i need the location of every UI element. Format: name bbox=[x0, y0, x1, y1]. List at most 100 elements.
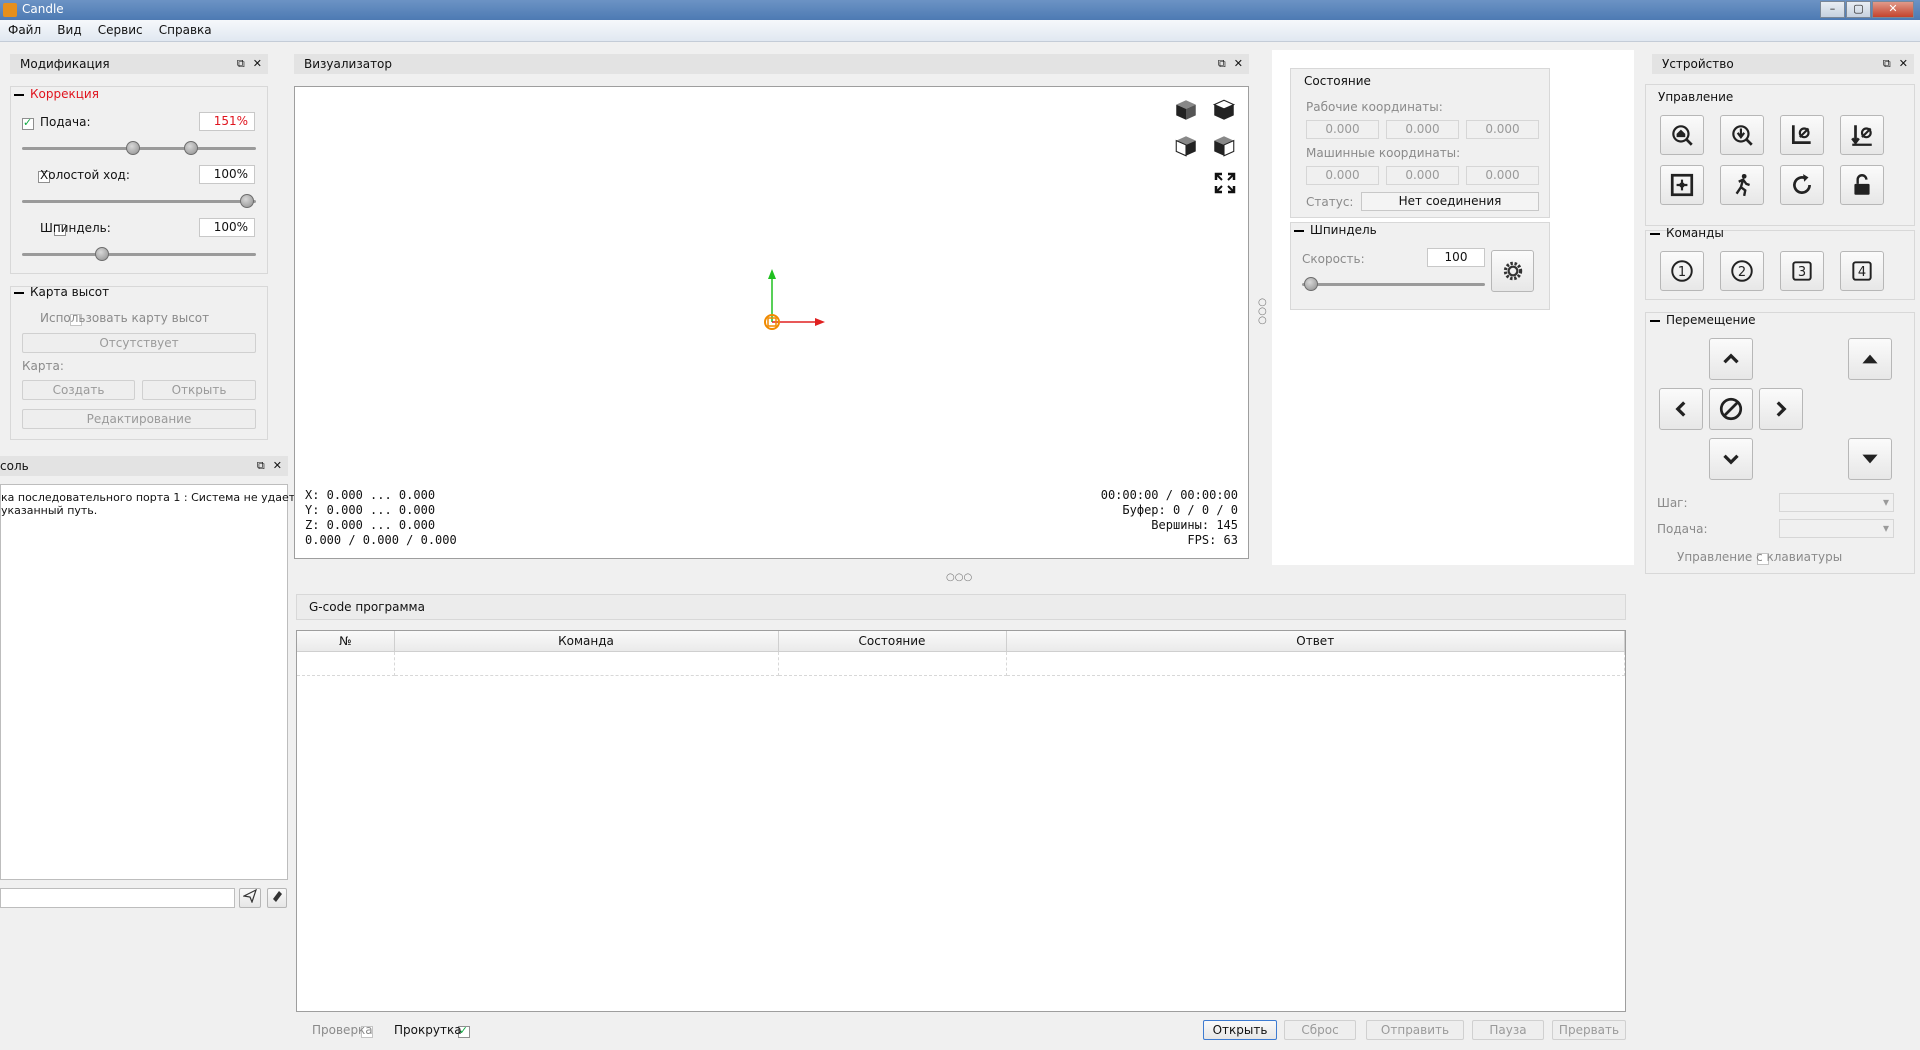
close-icon[interactable]: ✕ bbox=[253, 57, 262, 70]
modification-title-text: Модификация bbox=[20, 57, 110, 71]
clear-console-button[interactable] bbox=[267, 888, 287, 908]
edit-map-button[interactable]: Редактирование bbox=[22, 409, 256, 429]
gcode-panel-header: G-code программа bbox=[296, 594, 1626, 620]
safe-position-button[interactable] bbox=[1720, 165, 1764, 205]
spindle-toggle-button[interactable] bbox=[1491, 250, 1534, 292]
machine-y-field[interactable]: 0.000 bbox=[1386, 166, 1459, 185]
stop-circle-icon bbox=[1719, 397, 1743, 421]
machine-z-field[interactable]: 0.000 bbox=[1466, 166, 1539, 185]
menu-view[interactable]: Вид bbox=[49, 20, 85, 37]
view-front-icon[interactable] bbox=[1173, 133, 1201, 161]
table-cell[interactable] bbox=[394, 651, 779, 676]
feed-label: Подача: bbox=[40, 115, 91, 129]
jog-z-minus-button[interactable] bbox=[1848, 438, 1892, 480]
open-file-button[interactable]: Открыть bbox=[1203, 1020, 1277, 1040]
home-button[interactable] bbox=[1660, 115, 1704, 155]
visualizer-z-range: Z: 0.000 ... 0.000 bbox=[305, 518, 436, 532]
visualizer-canvas[interactable]: X: 0.000 ... 0.000 Y: 0.000 ... 0.000 Z:… bbox=[294, 86, 1249, 559]
user-command-1-button[interactable]: 1 bbox=[1660, 251, 1704, 291]
jog-x-plus-button[interactable] bbox=[1759, 388, 1803, 430]
work-y-field[interactable]: 0.000 bbox=[1386, 120, 1459, 139]
visualizer-position: 0.000 / 0.000 / 0.000 bbox=[305, 533, 457, 547]
pause-button[interactable]: Пауза bbox=[1472, 1020, 1544, 1040]
user-command-3-button[interactable]: 3 bbox=[1780, 251, 1824, 291]
close-icon[interactable]: ✕ bbox=[1899, 57, 1908, 70]
float-icon[interactable]: ⧉ bbox=[1883, 57, 1891, 70]
table-cell[interactable] bbox=[778, 651, 1007, 676]
work-z-field[interactable]: 0.000 bbox=[1466, 120, 1539, 139]
minimize-button[interactable]: – bbox=[1820, 1, 1845, 18]
horizontal-splitter-handle[interactable]: ○○○ bbox=[946, 572, 972, 583]
status-label: Статус: bbox=[1306, 195, 1354, 209]
spindle-speed-slider-handle[interactable] bbox=[1304, 277, 1318, 291]
console-command-input[interactable] bbox=[0, 888, 235, 908]
console-line: ка последовательного порта 1 : Система н… bbox=[1, 491, 308, 504]
send-command-button[interactable] bbox=[239, 888, 261, 908]
column-header-response[interactable]: Ответ bbox=[1006, 631, 1625, 652]
reset-device-button[interactable] bbox=[1780, 165, 1824, 205]
zero-z-button[interactable] bbox=[1840, 115, 1884, 155]
fit-view-icon[interactable] bbox=[1213, 171, 1239, 197]
open-map-button[interactable]: Открыть bbox=[142, 380, 256, 400]
view-left-icon[interactable] bbox=[1211, 133, 1239, 161]
float-icon[interactable]: ⧉ bbox=[257, 459, 265, 472]
jog-x-minus-button[interactable] bbox=[1659, 388, 1703, 430]
feed-checkbox[interactable] bbox=[22, 116, 34, 130]
jog-step-select[interactable]: ▾ bbox=[1779, 493, 1894, 512]
machine-x-field[interactable]: 0.000 bbox=[1306, 166, 1379, 185]
close-button[interactable]: ✕ bbox=[1872, 1, 1914, 18]
spindle-speed-label: Скорость: bbox=[1302, 252, 1365, 266]
zero-xy-button[interactable] bbox=[1780, 115, 1824, 155]
feed-slider-handle[interactable] bbox=[184, 141, 198, 155]
rapid-slider-track[interactable] bbox=[22, 200, 256, 203]
heightmap-missing-button[interactable]: Отсутствует bbox=[22, 333, 256, 353]
visualizer-panel-title: Визуализатор ⧉ ✕ bbox=[294, 54, 1249, 74]
column-header-state[interactable]: Состояние bbox=[778, 631, 1007, 652]
feed-value[interactable]: 151% bbox=[199, 112, 255, 131]
jog-step-label: Шаг: bbox=[1657, 496, 1688, 510]
gcode-table-area[interactable] bbox=[296, 630, 1626, 1012]
triangle-up-icon bbox=[1862, 354, 1878, 364]
console-output[interactable]: ка последовательного порта 1 : Система н… bbox=[0, 484, 308, 880]
send-button[interactable]: Отправить bbox=[1366, 1020, 1464, 1040]
maximize-button[interactable]: ▢ bbox=[1846, 1, 1871, 18]
float-icon[interactable]: ⧉ bbox=[237, 57, 245, 70]
work-x-field[interactable]: 0.000 bbox=[1306, 120, 1379, 139]
table-row[interactable] bbox=[297, 651, 1625, 676]
view-top-icon[interactable] bbox=[1211, 97, 1239, 125]
jog-y-minus-button[interactable] bbox=[1709, 438, 1753, 480]
menu-file[interactable]: Файл bbox=[0, 20, 45, 37]
user-command-2-button[interactable]: 2 bbox=[1720, 251, 1764, 291]
menu-help[interactable]: Справка bbox=[151, 20, 216, 37]
restore-origin-button[interactable] bbox=[1660, 165, 1704, 205]
column-header-command[interactable]: Команда bbox=[394, 631, 779, 652]
reset-button[interactable]: Сброс bbox=[1284, 1020, 1356, 1040]
spindle-speed-field[interactable]: 100 bbox=[1427, 248, 1485, 267]
zero-probe-button[interactable] bbox=[1720, 115, 1764, 155]
unlock-button[interactable] bbox=[1840, 165, 1884, 205]
spindle-slider-handle[interactable] bbox=[95, 247, 109, 261]
close-icon[interactable]: ✕ bbox=[1234, 57, 1243, 70]
rapid-slider-handle[interactable] bbox=[240, 194, 254, 208]
jog-feed-select[interactable]: ▾ bbox=[1779, 519, 1894, 538]
feed-slider-handle-min[interactable] bbox=[126, 141, 140, 155]
spindle-speed-slider-track[interactable] bbox=[1302, 283, 1485, 286]
vertical-splitter-handle[interactable]: ○ ○ ○ bbox=[1258, 298, 1267, 326]
column-header-number[interactable]: № bbox=[297, 631, 395, 652]
view-isometric-icon[interactable] bbox=[1173, 97, 1201, 125]
jog-y-plus-button[interactable] bbox=[1709, 338, 1753, 380]
spindle-slider-track[interactable] bbox=[22, 253, 256, 256]
spindle-override-value[interactable]: 100% bbox=[199, 218, 255, 237]
abort-button[interactable]: Прервать bbox=[1552, 1020, 1626, 1040]
rapid-value[interactable]: 100% bbox=[199, 165, 255, 184]
create-map-button[interactable]: Создать bbox=[22, 380, 135, 400]
float-icon[interactable]: ⧉ bbox=[1218, 57, 1226, 70]
close-icon[interactable]: ✕ bbox=[273, 459, 282, 472]
table-cell[interactable] bbox=[1006, 651, 1625, 676]
console-title-text: соль bbox=[0, 459, 29, 473]
user-command-4-button[interactable]: 4 bbox=[1840, 251, 1884, 291]
jog-z-plus-button[interactable] bbox=[1848, 338, 1892, 380]
table-cell[interactable] bbox=[297, 651, 395, 676]
menu-service[interactable]: Сервис bbox=[90, 20, 147, 37]
jog-stop-button[interactable] bbox=[1709, 388, 1753, 430]
